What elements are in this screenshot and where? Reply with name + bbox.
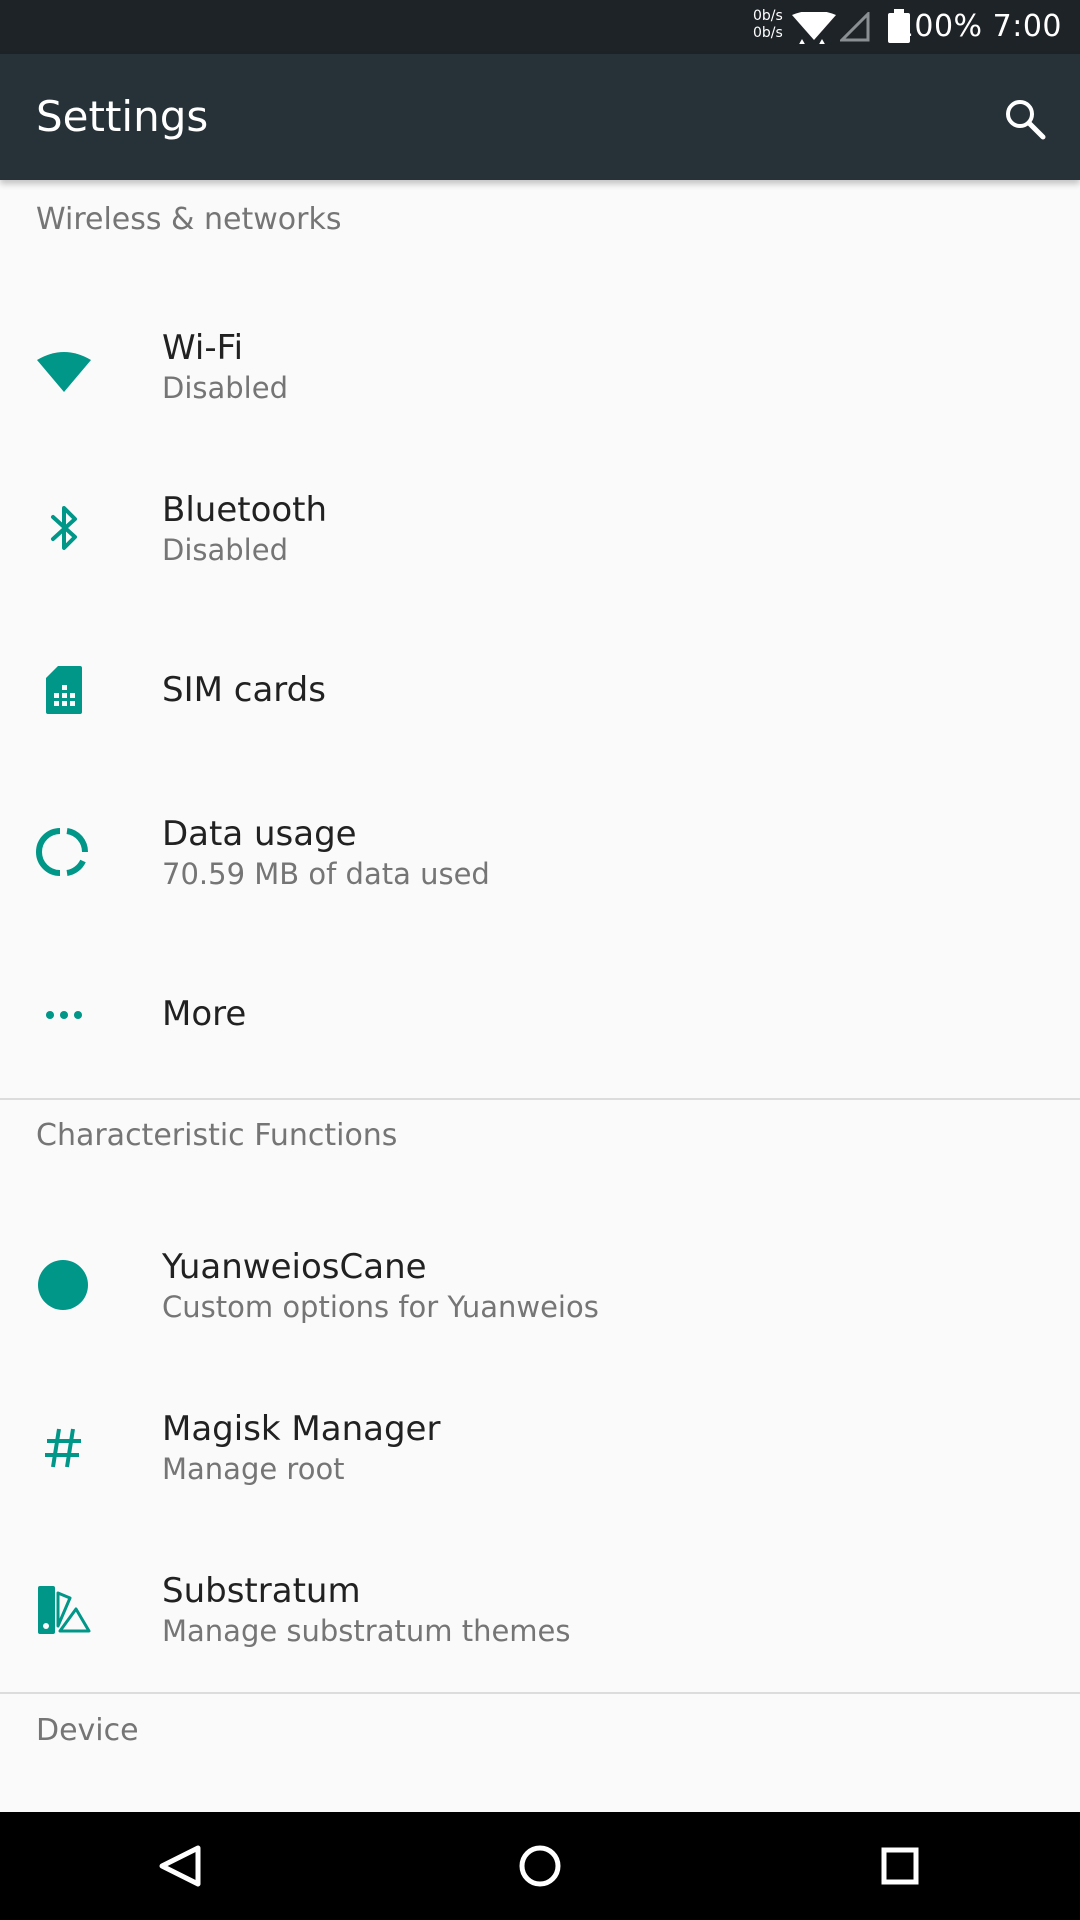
recents-button[interactable] <box>864 1836 936 1896</box>
section-divider <box>0 1098 1080 1100</box>
back-icon <box>144 1845 216 1900</box>
clock: 7:00 <box>992 9 1062 44</box>
wifi-icon <box>792 10 836 48</box>
search-icon <box>1004 98 1046 144</box>
settings-item-summary: Manage substratum themes <box>162 1614 571 1648</box>
settings-item-title: Bluetooth <box>162 490 328 530</box>
settings-item-title: Wi-Fi <box>162 328 244 368</box>
back-button[interactable] <box>144 1836 216 1896</box>
battery-percent: 100% <box>894 9 983 44</box>
app-bar: Settings <box>0 54 1080 180</box>
settings-item-title: Data usage <box>162 814 357 854</box>
settings-item-wifi[interactable]: Wi-Fi Disabled <box>0 285 1080 447</box>
status-clock-battery: 100% 7:00 <box>895 8 1062 46</box>
settings-item-data-usage[interactable]: Data usage 70.59 MB of data used <box>0 771 1080 933</box>
sim-card-icon <box>34 660 94 720</box>
settings-item-substratum[interactable]: Substratum Manage substratum themes <box>0 1528 1080 1690</box>
section-header-device: Device <box>36 1713 139 1748</box>
page-title: Settings <box>36 92 209 141</box>
section-divider <box>0 1692 1080 1694</box>
settings-item-magisk-manager[interactable]: Magisk Manager Manage root <box>0 1366 1080 1528</box>
settings-item-more[interactable]: More <box>0 933 1080 1095</box>
net-up-speed: 0b/s <box>753 8 783 24</box>
home-icon <box>504 1845 576 1900</box>
net-down-speed: 0b/s <box>753 25 783 41</box>
settings-item-summary: Disabled <box>162 371 288 405</box>
recents-icon <box>864 1847 936 1900</box>
settings-item-summary: Manage root <box>162 1452 345 1486</box>
settings-item-title: More <box>162 994 247 1034</box>
settings-item-title: Magisk Manager <box>162 1409 441 1449</box>
substratum-icon <box>34 1579 94 1639</box>
settings-item-bluetooth[interactable]: Bluetooth Disabled <box>0 447 1080 609</box>
navigation-bar <box>0 1812 1080 1920</box>
settings-item-title: SIM cards <box>162 670 326 710</box>
section-header-wireless: Wireless & networks <box>36 202 342 237</box>
settings-item-summary: Disabled <box>162 533 288 567</box>
data-usage-icon <box>34 822 94 882</box>
signal-icon <box>838 10 870 46</box>
status-bar: 0b/s 0b/s 100% 7:00 <box>0 0 1080 54</box>
wifi-icon <box>34 336 94 396</box>
settings-item-summary: Custom options for Yuanweios <box>162 1290 599 1324</box>
settings-item-title: Substratum <box>162 1571 361 1611</box>
settings-item-summary: 70.59 MB of data used <box>162 857 490 891</box>
hash-icon <box>34 1417 94 1477</box>
circle-icon <box>34 1255 94 1315</box>
settings-item-yuanweioscane[interactable]: YuanweiosCane Custom options for Yuanwei… <box>0 1204 1080 1366</box>
settings-item-title: YuanweiosCane <box>162 1247 427 1287</box>
section-header-characteristic: Characteristic Functions <box>36 1118 398 1153</box>
settings-item-sim-cards[interactable]: SIM cards <box>0 609 1080 771</box>
home-button[interactable] <box>504 1836 576 1896</box>
network-speed: 0b/s 0b/s <box>753 8 783 42</box>
bluetooth-icon <box>34 498 94 558</box>
search-button[interactable] <box>988 90 1060 146</box>
more-icon <box>34 984 94 1044</box>
